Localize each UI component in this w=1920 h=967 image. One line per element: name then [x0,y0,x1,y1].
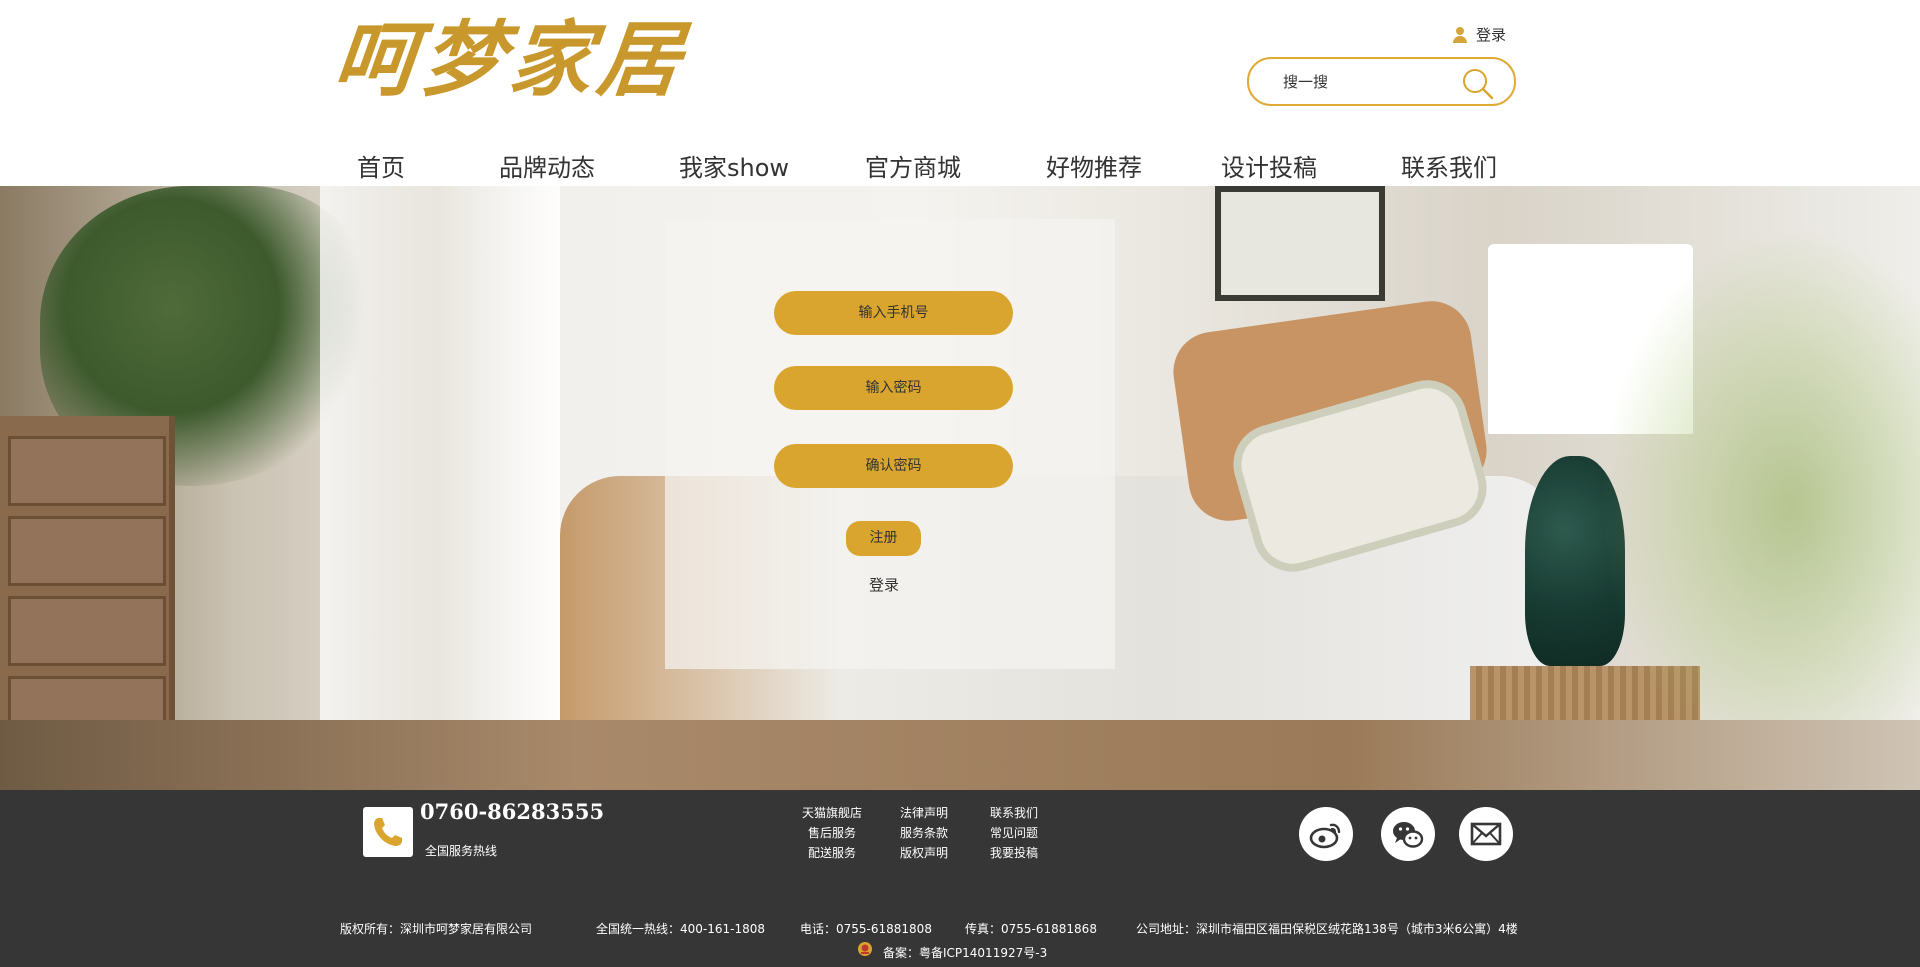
main-nav: 首页 品牌动态 我家show 官方商城 好物推荐 设计投稿 联系我们 [335,144,1515,186]
nav-item-my-home-show[interactable]: 我家show [679,148,789,183]
hotline-number: 0760-86283555 [420,799,605,824]
footer-link-legal[interactable]: 法律声明 [900,804,948,821]
hotline-label: 全国服务热线 [425,844,498,858]
footer-link-contact[interactable]: 联系我们 [990,804,1038,821]
curtain-decoration [320,186,560,790]
password-input[interactable] [774,366,1013,410]
register-panel: 注册 登录 [665,219,1115,669]
footer-copyright: 版权所有：深圳市呵梦家居有限公司 [340,922,533,936]
search-input[interactable] [1283,70,1453,94]
phone-input[interactable] [774,291,1013,335]
footer-link-faq[interactable]: 常见问题 [990,824,1038,841]
header-login-link[interactable]: 登录 [1452,24,1506,45]
confirm-password-input[interactable] [774,444,1013,488]
footer-icp: 备案：粤备ICP14011927号-3 [883,946,1048,960]
brand-logo[interactable]: 呵梦家居 [329,2,693,108]
footer-address: 公司地址：深圳市福田区福田保税区绒花路138号（城市3米6公寓）4楼 [1136,922,1518,936]
site-footer: 0760-86283555 全国服务热线 天猫旗舰店 售后服务 配送服务 法律声… [0,790,1920,967]
wall-frame-decoration [1215,186,1385,301]
footer-phone: 电话：0755-61881808 [800,922,932,936]
floor-decoration [0,720,1920,790]
footer-link-terms[interactable]: 服务条款 [900,824,948,841]
weibo-icon[interactable] [1299,807,1353,861]
footer-national-hotline: 全国统一热线：400-161-1808 [596,922,766,936]
user-icon [1452,26,1468,44]
footer-link-submit[interactable]: 我要投稿 [990,844,1038,861]
register-button[interactable]: 注册 [846,521,921,556]
nav-item-home[interactable]: 首页 [357,148,405,183]
phone-icon [363,807,413,857]
site-header: 呵梦家居 登录 首页 品牌动态 我家show 官方商城 好物推荐 设计投稿 联系… [0,0,1920,186]
nav-item-brand-news[interactable]: 品牌动态 [499,148,595,183]
search-icon[interactable] [1461,67,1495,101]
leaf-decoration [1600,226,1920,786]
nav-item-design-submission[interactable]: 设计投稿 [1221,148,1317,183]
header-login-label: 登录 [1476,26,1507,44]
nav-item-official-store[interactable]: 官方商城 [865,148,961,183]
footer-link-after-sales[interactable]: 售后服务 [808,824,856,841]
footer-link-copyright[interactable]: 版权声明 [900,844,948,861]
police-emblem-icon [858,942,872,956]
footer-link-delivery[interactable]: 配送服务 [808,844,856,861]
search-box [1247,57,1516,106]
nav-item-recommendations[interactable]: 好物推荐 [1046,148,1142,183]
footer-link-tmall-store[interactable]: 天猫旗舰店 [802,804,862,821]
footer-fax: 传真：0755-61881868 [965,922,1097,936]
wechat-icon[interactable] [1381,807,1435,861]
login-link[interactable]: 登录 [869,574,899,595]
nav-item-contact-us[interactable]: 联系我们 [1401,148,1497,183]
mail-icon[interactable] [1459,807,1513,861]
